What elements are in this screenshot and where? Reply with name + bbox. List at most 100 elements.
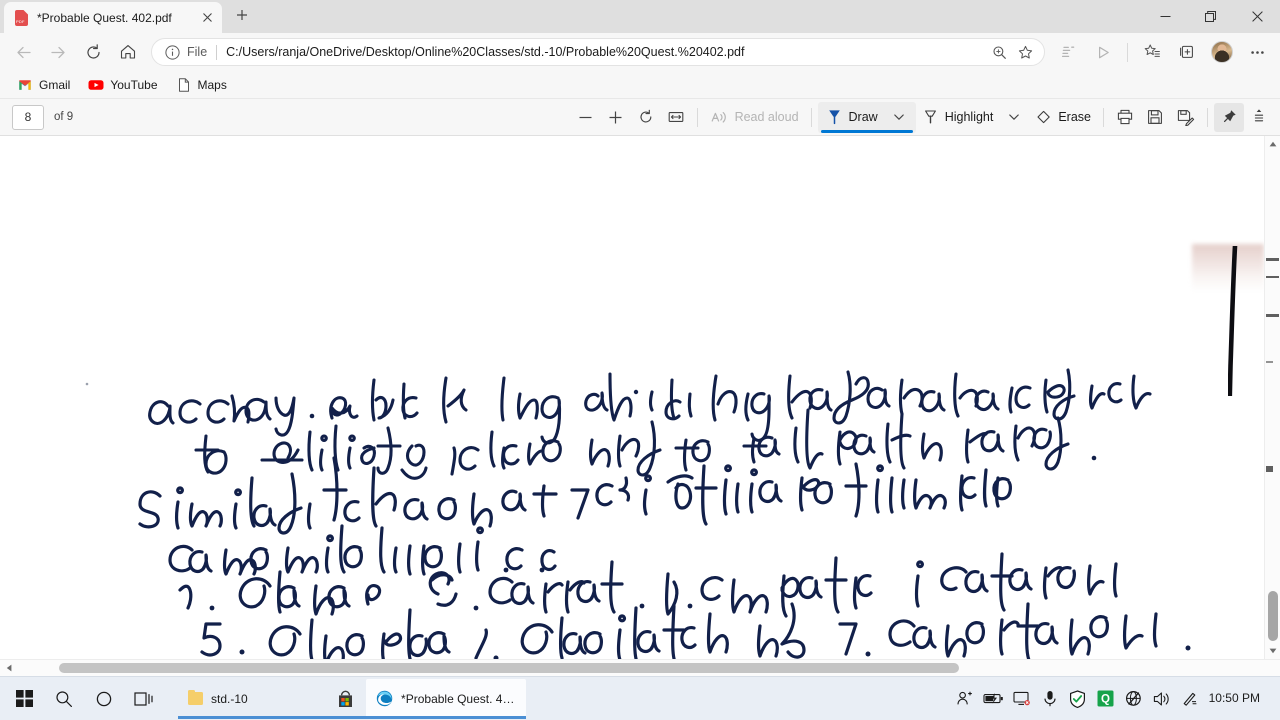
draw-tool-group[interactable]: Draw xyxy=(817,101,916,133)
save-as-icon xyxy=(1177,110,1195,126)
volume-icon[interactable] xyxy=(1149,679,1175,719)
network-offline-icon[interactable] xyxy=(1121,679,1147,719)
new-tab-button[interactable] xyxy=(228,3,256,31)
draw-options-button[interactable] xyxy=(884,103,914,132)
vertical-scroll-thumb[interactable] xyxy=(1268,591,1278,641)
read-aloud-label: Read aloud xyxy=(734,110,799,124)
pen-icon xyxy=(828,110,840,125)
minimize-button[interactable] xyxy=(1142,0,1188,33)
favorites-button[interactable] xyxy=(1135,37,1169,67)
task-view-button[interactable] xyxy=(124,679,164,719)
start-button[interactable] xyxy=(4,679,44,719)
back-button[interactable] xyxy=(6,37,40,67)
restore-button[interactable] xyxy=(1188,0,1234,33)
info-circle-icon[interactable] xyxy=(164,44,181,61)
pdf-toolbar: 8 of 9 Read aloud Draw Highlight Erase xyxy=(0,99,1280,136)
search-button[interactable] xyxy=(44,679,84,719)
horizontal-scrollbar[interactable] xyxy=(0,659,1280,676)
star-icon[interactable] xyxy=(1012,39,1038,65)
bookmarks-bar: Gmail YouTube Maps xyxy=(0,71,1280,99)
plus-icon xyxy=(236,8,248,26)
pen-tray-icon[interactable] xyxy=(1177,679,1203,719)
tab-title: *Probable Quest. 402.pdf xyxy=(37,10,172,25)
address-bar[interactable]: File C:/Users/ranja/OneDrive/Desktop/Onl… xyxy=(151,38,1045,66)
erase-button[interactable]: Erase xyxy=(1029,103,1097,132)
scroll-down-button[interactable] xyxy=(1265,643,1280,659)
omnibox-divider xyxy=(216,44,218,60)
read-aloud-button[interactable]: Read aloud xyxy=(704,103,805,132)
fit-to-page-button[interactable] xyxy=(661,103,691,132)
read-aloud-nav-button[interactable] xyxy=(1086,37,1120,67)
rotate-button[interactable] xyxy=(631,103,661,132)
home-button[interactable] xyxy=(111,37,145,67)
close-icon xyxy=(1251,11,1263,22)
close-button[interactable] xyxy=(1234,0,1280,33)
page-total-label: of 9 xyxy=(54,111,74,123)
refresh-button[interactable] xyxy=(76,37,110,67)
zoom-in-button[interactable] xyxy=(601,103,631,132)
settings-and-more-button[interactable] xyxy=(1240,37,1274,67)
forward-arrow-icon xyxy=(50,46,65,58)
highlighter-icon xyxy=(924,110,936,124)
print-button[interactable] xyxy=(1110,103,1140,132)
pin-toolbar-button[interactable] xyxy=(1214,102,1244,132)
pdf-page[interactable] xyxy=(0,136,1264,659)
taskbar-app-explorer[interactable]: std.-10 xyxy=(178,679,324,719)
profile-button[interactable] xyxy=(1205,37,1239,67)
folder-icon xyxy=(188,689,203,705)
system-tray: Q 10:50 PM xyxy=(953,679,1276,719)
cortana-button[interactable] xyxy=(84,679,124,719)
toolbar-divider xyxy=(696,107,698,127)
search-icon xyxy=(56,690,72,707)
more-tools-button[interactable] xyxy=(1244,103,1274,132)
toolbar-divider xyxy=(1103,107,1104,127)
taskbar-app-edge[interactable]: *Probable Quest. 402.... xyxy=(366,678,526,719)
bookmark-youtube[interactable]: YouTube xyxy=(81,74,164,96)
read-aloud-icon xyxy=(711,111,726,123)
browser-tab[interactable]: PDF *Probable Quest. 402.pdf xyxy=(4,2,222,33)
battery-charging-icon[interactable] xyxy=(981,679,1007,719)
highlight-button[interactable]: Highlight xyxy=(916,103,1000,132)
highlight-tool-group[interactable]: Highlight xyxy=(916,103,1030,132)
page-number-input[interactable]: 8 xyxy=(12,104,44,130)
navbar-divider xyxy=(1127,42,1128,62)
refresh-icon xyxy=(86,43,100,59)
chevron-down-icon xyxy=(893,114,904,120)
handwritten-line-6 xyxy=(200,602,1235,659)
window-controls xyxy=(1142,0,1280,33)
horizontal-scroll-track[interactable] xyxy=(17,660,1280,677)
handwritten-line-1 xyxy=(148,368,1170,445)
immersive-reader-button[interactable] xyxy=(1051,37,1085,67)
fit-to-page-icon xyxy=(668,112,683,122)
save-button[interactable] xyxy=(1140,103,1170,132)
annotation-marks xyxy=(1265,136,1280,659)
bookmark-gmail[interactable]: Gmail xyxy=(10,74,77,96)
vertical-scrollbar[interactable] xyxy=(1264,136,1280,659)
close-icon[interactable] xyxy=(198,9,216,27)
zoom-search-icon[interactable] xyxy=(986,39,1012,65)
quick-heal-icon[interactable]: Q xyxy=(1093,679,1119,719)
minus-icon xyxy=(579,116,592,118)
url-text[interactable]: C:/Users/ranja/OneDrive/Desktop/Online%2… xyxy=(226,45,986,59)
forward-button[interactable] xyxy=(41,37,75,67)
pdf-document-area[interactable] xyxy=(0,136,1280,659)
eraser-icon xyxy=(1037,110,1051,123)
ellipsis-icon xyxy=(1250,50,1264,54)
collections-button[interactable] xyxy=(1170,37,1204,67)
microphone-icon[interactable] xyxy=(1037,679,1063,719)
zoom-out-button[interactable] xyxy=(571,103,601,132)
draw-button[interactable]: Draw xyxy=(820,103,884,132)
windows-security-icon[interactable] xyxy=(1065,679,1091,719)
erase-label: Erase xyxy=(1058,110,1091,124)
highlight-options-button[interactable] xyxy=(999,103,1029,132)
task-view-icon xyxy=(134,691,153,706)
scroll-left-button[interactable] xyxy=(0,660,17,677)
horizontal-scroll-thumb[interactable] xyxy=(59,663,959,673)
bookmark-maps[interactable]: Maps xyxy=(169,74,234,96)
taskbar-app-store[interactable] xyxy=(324,679,366,719)
save-as-button[interactable] xyxy=(1170,103,1201,132)
display-icon[interactable] xyxy=(1009,679,1035,719)
taskbar-clock[interactable]: 10:50 PM xyxy=(1205,691,1268,706)
people-icon[interactable] xyxy=(953,679,979,719)
handwritten-line-5 xyxy=(176,552,1206,624)
